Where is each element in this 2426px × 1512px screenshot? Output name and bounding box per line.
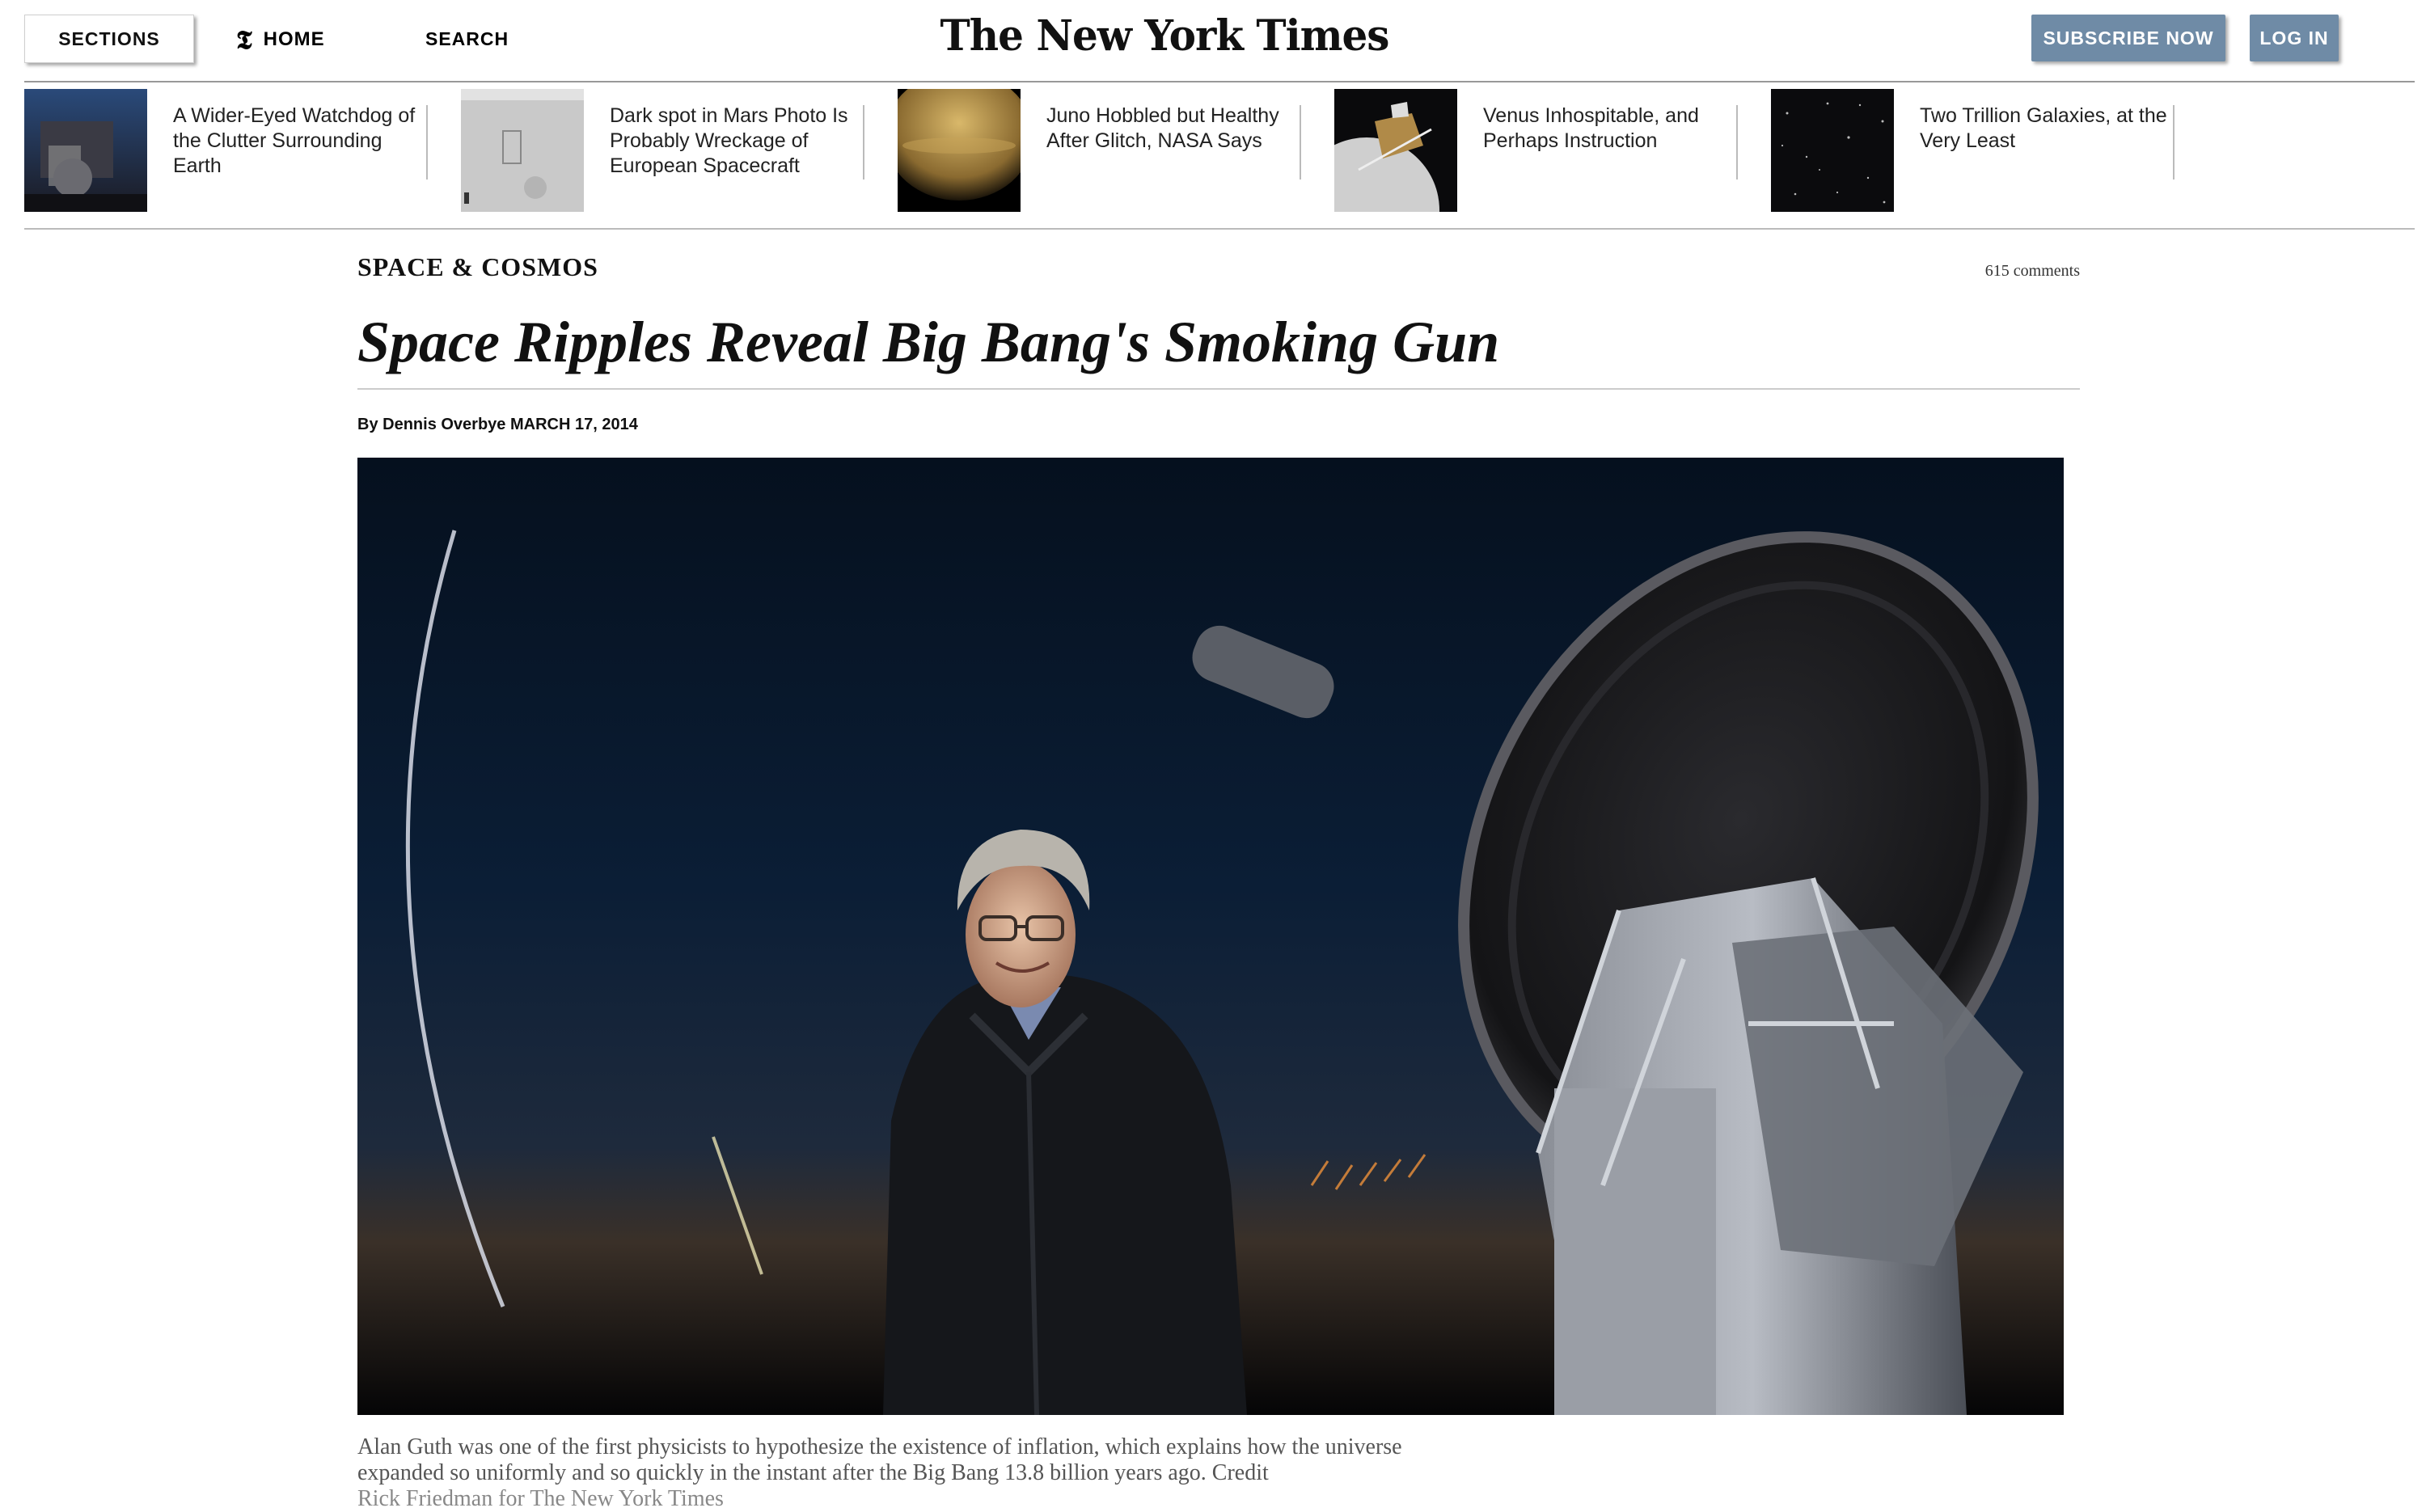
- related-story-headline[interactable]: Two Trillion Galaxies, at the Very Least: [1920, 103, 2172, 154]
- related-story-item[interactable]: Dark spot in Mars Photo Is Probably Wrec…: [461, 89, 865, 212]
- home-label: HOME: [263, 28, 325, 50]
- search-button[interactable]: SEARCH: [425, 23, 509, 55]
- headline-divider: [357, 388, 2080, 390]
- photo-caption: Alan Guth was one of the first physicist…: [357, 1434, 1473, 1512]
- related-story-thumbnail[interactable]: [1334, 89, 1457, 212]
- header-divider: [24, 81, 2415, 82]
- related-story-item[interactable]: Two Trillion Galaxies, at the Very Least: [1771, 89, 2175, 212]
- sections-button[interactable]: SECTIONS: [24, 15, 194, 63]
- subscribe-label: SUBSCRIBE NOW: [2043, 27, 2214, 49]
- home-link[interactable]: 𝕿 HOME: [236, 21, 325, 58]
- strip-divider: [1300, 105, 1301, 179]
- author-link[interactable]: Dennis Overbye: [382, 416, 505, 433]
- related-story-thumbnail[interactable]: [1771, 89, 1894, 212]
- site-logo[interactable]: The New York Times: [930, 11, 1399, 61]
- top-bar: SECTIONS 𝕿 HOME SEARCH The New York Time…: [0, 0, 2426, 81]
- related-story-headline[interactable]: Dark spot in Mars Photo Is Probably Wrec…: [610, 103, 862, 179]
- sections-label: SECTIONS: [58, 27, 160, 49]
- hero-photo[interactable]: [357, 458, 2064, 1415]
- log-in-button[interactable]: LOG IN: [2250, 15, 2339, 61]
- related-story-headline[interactable]: Venus Inhospitable, and Perhaps Instruct…: [1483, 103, 1735, 154]
- related-story-thumbnail[interactable]: [898, 89, 1021, 212]
- search-label: SEARCH: [425, 27, 509, 49]
- strip-divider: [2173, 105, 2175, 179]
- related-stories-strip: A Wider-Eyed Watchdog of the Clutter Sur…: [24, 89, 2208, 212]
- comments-link[interactable]: 615 comments: [1941, 262, 2080, 281]
- log-in-label: LOG IN: [2259, 27, 2329, 49]
- photo-credit: Rick Friedman for The New York Times: [357, 1486, 724, 1511]
- related-story-item[interactable]: A Wider-Eyed Watchdog of the Clutter Sur…: [24, 89, 429, 212]
- related-story-item[interactable]: Juno Hobbled but Healthy After Glitch, N…: [898, 89, 1302, 212]
- section-kicker[interactable]: SPACE & COSMOS: [357, 252, 598, 282]
- strip-divider: [426, 105, 428, 179]
- related-story-item[interactable]: Venus Inhospitable, and Perhaps Instruct…: [1334, 89, 1739, 212]
- related-story-headline[interactable]: A Wider-Eyed Watchdog of the Clutter Sur…: [173, 103, 425, 179]
- strip-divider: [863, 105, 864, 179]
- byline-prefix: By: [357, 416, 378, 433]
- subscribe-now-button[interactable]: SUBSCRIBE NOW: [2031, 15, 2225, 61]
- strip-divider-bottom: [24, 228, 2415, 230]
- publish-date: MARCH 17, 2014: [510, 416, 638, 433]
- article-headline: Space Ripples Reveal Big Bang's Smoking …: [357, 310, 1500, 374]
- credit-label: Credit: [1211, 1460, 1269, 1485]
- nyt-t-icon: 𝕿: [236, 24, 252, 55]
- related-story-headline[interactable]: Juno Hobbled but Healthy After Glitch, N…: [1046, 103, 1299, 154]
- strip-divider: [1736, 105, 1738, 179]
- related-story-thumbnail[interactable]: [461, 89, 584, 212]
- related-story-thumbnail[interactable]: [24, 89, 147, 212]
- byline: By Dennis Overbye MARCH 17, 2014: [357, 416, 638, 434]
